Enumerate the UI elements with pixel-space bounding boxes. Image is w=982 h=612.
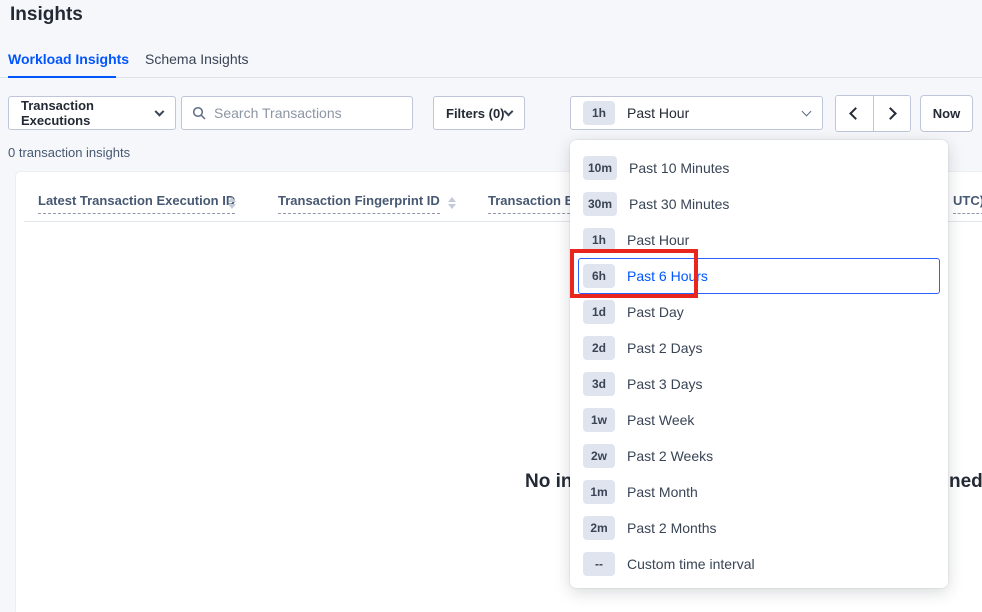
empty-state-text-left-fragment: No in (525, 471, 573, 493)
sort-icon[interactable] (448, 197, 456, 209)
column-header-utc-clipped[interactable]: UTC) (953, 193, 982, 214)
sort-icon[interactable] (228, 197, 236, 209)
time-badge-6h: 6h (583, 264, 615, 288)
time-interval-dropdown: 10m Past 10 Minutes 30m Past 30 Minutes … (570, 140, 948, 588)
workload-type-label: Transaction Executions (21, 98, 156, 128)
time-option-past-month[interactable]: 1m Past Month (578, 474, 940, 510)
time-option-past-week[interactable]: 1w Past Week (578, 402, 940, 438)
time-back-button[interactable] (836, 96, 873, 131)
tab-workload-insights[interactable]: Workload Insights (8, 51, 129, 67)
time-option-past-30-minutes[interactable]: 30m Past 30 Minutes (578, 186, 940, 222)
time-option-label: Past 6 Hours (627, 268, 708, 284)
time-option-label: Past 2 Weeks (627, 448, 713, 464)
time-option-label: Past 2 Months (627, 520, 717, 536)
active-tab-underline (8, 76, 116, 78)
time-option-past-hour[interactable]: 1h Past Hour (578, 222, 940, 258)
chevron-right-icon (884, 107, 897, 120)
time-forward-button[interactable] (873, 96, 910, 131)
time-option-label: Past Week (627, 412, 694, 428)
column-header-transaction-fingerprint-id[interactable]: Transaction Fingerprint ID (278, 193, 440, 214)
time-badge-1w: 1w (583, 408, 615, 432)
time-badge-2d: 2d (583, 336, 615, 360)
tab-schema-insights[interactable]: Schema Insights (145, 51, 249, 67)
now-button[interactable]: Now (920, 95, 973, 132)
search-input[interactable] (214, 105, 402, 121)
time-option-label: Past Month (627, 484, 698, 500)
time-option-custom-interval[interactable]: -- Custom time interval (578, 546, 940, 582)
page-title: Insights (10, 4, 83, 26)
tabs-row: Workload Insights Schema Insights (0, 44, 982, 78)
time-option-label: Past 10 Minutes (629, 160, 729, 176)
column-header-latest-transaction-execution-id[interactable]: Latest Transaction Execution ID (38, 193, 235, 214)
time-interval-label: Past Hour (627, 105, 803, 121)
time-badge-2m: 2m (583, 516, 615, 540)
time-option-past-2-weeks[interactable]: 2w Past 2 Weeks (578, 438, 940, 474)
time-option-label: Past 30 Minutes (629, 196, 729, 212)
time-option-label: Past Day (627, 304, 684, 320)
time-option-past-day[interactable]: 1d Past Day (578, 294, 940, 330)
time-option-past-6-hours[interactable]: 6h Past 6 Hours (578, 258, 940, 294)
time-interval-badge: 1h (583, 101, 615, 125)
chevron-down-icon (504, 106, 514, 116)
time-badge-custom: -- (583, 552, 615, 576)
chevron-down-icon (802, 106, 812, 116)
filters-label: Filters (0) (446, 106, 505, 121)
time-option-label: Custom time interval (627, 556, 755, 572)
time-option-label: Past Hour (627, 232, 689, 248)
time-badge-1d: 1d (583, 300, 615, 324)
search-box[interactable] (181, 96, 413, 130)
time-badge-2w: 2w (583, 444, 615, 468)
workload-type-select[interactable]: Transaction Executions (8, 96, 176, 130)
filters-button[interactable]: Filters (0) (433, 96, 525, 130)
insights-count: 0 transaction insights (8, 145, 130, 160)
time-option-label: Past 2 Days (627, 340, 702, 356)
column-header-transaction-execution-clipped[interactable]: Transaction Ex (488, 193, 580, 214)
time-option-past-2-months[interactable]: 2m Past 2 Months (578, 510, 940, 546)
time-option-past-2-days[interactable]: 2d Past 2 Days (578, 330, 940, 366)
search-icon (192, 106, 206, 120)
time-badge-1m: 1m (583, 480, 615, 504)
time-badge-3d: 3d (583, 372, 615, 396)
time-badge-10m: 10m (583, 156, 617, 180)
time-interval-select[interactable]: 1h Past Hour (570, 96, 823, 130)
time-nav-group (835, 95, 911, 132)
time-badge-30m: 30m (583, 192, 617, 216)
time-option-label: Past 3 Days (627, 376, 702, 392)
chevron-left-icon (850, 107, 863, 120)
empty-state-text-right-fragment: ned. (949, 471, 982, 493)
time-option-past-3-days[interactable]: 3d Past 3 Days (578, 366, 940, 402)
time-badge-1h: 1h (583, 228, 615, 252)
time-option-past-10-minutes[interactable]: 10m Past 10 Minutes (578, 150, 940, 186)
